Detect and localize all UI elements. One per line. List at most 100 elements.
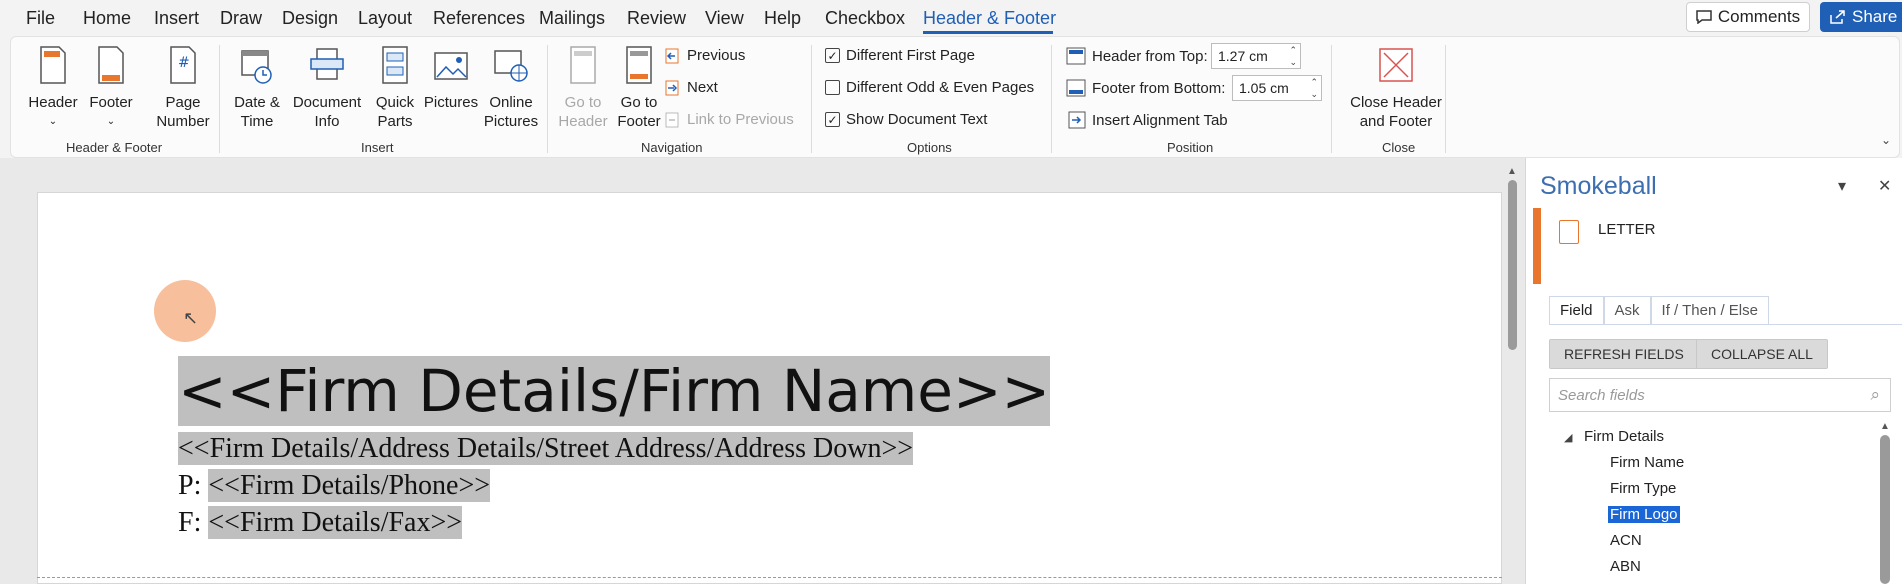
ribbon: Header ⌄ Footer ⌄ # Page Number Header &… — [10, 36, 1900, 158]
quick-parts-icon — [382, 46, 408, 84]
ribbon-separator — [811, 45, 812, 153]
search-fields-input[interactable]: Search fields ⌕ — [1549, 378, 1891, 412]
go-to-footer-button[interactable]: Go to Footer — [611, 45, 667, 131]
different-odd-even-checkbox[interactable]: Different Odd & Even Pages — [825, 79, 1034, 96]
comment-icon — [1696, 10, 1712, 24]
page-number-label: Number — [156, 113, 210, 130]
footer-from-bottom-input[interactable]: 1.05 cm ⌃ ⌄ — [1232, 75, 1322, 101]
share-button[interactable]: Share — [1820, 2, 1902, 32]
header-from-top-label: Header from Top: — [1092, 47, 1208, 65]
tab-checkbox[interactable]: Checkbox — [825, 8, 905, 29]
header-from-top-input[interactable]: 1.27 cm ⌃ ⌄ — [1211, 43, 1301, 69]
next-button[interactable]: Next — [665, 79, 718, 96]
pane-tabs: Field Ask If / Then / Else — [1549, 296, 1769, 324]
document-info-icon — [310, 48, 344, 80]
collapse-all-button[interactable]: COLLAPSE ALL — [1696, 339, 1828, 369]
tab-ask[interactable]: Ask — [1603, 296, 1651, 324]
fax-field[interactable]: <<Firm Details/Fax>> — [208, 506, 463, 539]
go-to-footer-label-1: Go to — [620, 94, 658, 111]
close-header-footer-button[interactable]: Close Header and Footer — [1341, 45, 1451, 131]
quick-parts-label-1: Quick — [375, 94, 415, 111]
tab-help[interactable]: Help — [764, 8, 801, 29]
document-scrollbar[interactable]: ▲ — [1505, 166, 1519, 584]
tab-home[interactable]: Home — [83, 8, 131, 29]
tree-item-firm-type[interactable]: Firm Type — [1610, 480, 1676, 497]
ribbon-separator — [547, 45, 548, 153]
accent-bar — [1533, 208, 1541, 284]
go-to-footer-icon — [626, 46, 652, 84]
scroll-up-icon[interactable]: ▲ — [1880, 421, 1890, 432]
ribbon-collapse-icon[interactable]: ⌄ — [1881, 133, 1891, 147]
go-to-header-button[interactable]: Go to Header — [555, 45, 611, 131]
date-time-button[interactable]: Date & Time — [229, 45, 285, 131]
online-pictures-button[interactable]: Online Pictures — [483, 45, 539, 131]
phone-field[interactable]: <<Firm Details/Phone>> — [208, 469, 491, 502]
next-label: Next — [687, 79, 718, 96]
go-to-header-label-1: Go to — [564, 94, 602, 111]
expanded-caret-icon[interactable]: ◢ — [1564, 431, 1572, 444]
date-time-label-2: Time — [240, 113, 274, 130]
tab-review[interactable]: Review — [627, 8, 686, 29]
footer-position-icon — [1066, 79, 1086, 97]
tab-view[interactable]: View — [705, 8, 744, 29]
header-button[interactable]: Header ⌄ — [27, 45, 79, 131]
tab-references[interactable]: References — [433, 8, 525, 29]
phone-line[interactable]: P: <<Firm Details/Phone>> — [178, 469, 491, 502]
quick-parts-button[interactable]: Quick Parts — [367, 45, 423, 131]
close-header-footer-label-2: and Footer — [1359, 113, 1433, 130]
scroll-thumb[interactable] — [1508, 180, 1517, 350]
group-label-options: Options — [907, 140, 952, 155]
tab-field[interactable]: Field — [1549, 296, 1604, 324]
pane-options-icon[interactable]: ▾ — [1838, 176, 1846, 196]
tab-mailings[interactable]: Mailings — [539, 8, 605, 29]
footer-icon — [98, 46, 124, 84]
page-number-icon: # — [170, 46, 196, 84]
tree-item-abn[interactable]: ABN — [1610, 558, 1641, 575]
scroll-up-icon[interactable]: ▲ — [1507, 166, 1517, 177]
document-info-label-1: Document — [292, 94, 362, 111]
previous-button[interactable]: Previous — [665, 47, 745, 64]
tab-divider — [1549, 324, 1902, 325]
footer-button[interactable]: Footer ⌄ — [85, 45, 137, 131]
tab-header-footer[interactable]: Header & Footer — [923, 8, 1056, 29]
page-number-button[interactable]: # Page Number — [147, 45, 219, 131]
insert-alignment-tab-label: Insert Alignment Tab — [1092, 111, 1228, 129]
show-document-text-checkbox[interactable]: ✓ Show Document Text — [825, 111, 987, 128]
tree-item-firm-name[interactable]: Firm Name — [1610, 454, 1684, 471]
footer-from-bottom-label: Footer from Bottom: — [1092, 79, 1226, 97]
tab-if-then-else[interactable]: If / Then / Else — [1650, 296, 1769, 324]
close-icon[interactable]: ✕ — [1878, 176, 1891, 196]
scroll-thumb[interactable] — [1880, 435, 1890, 584]
pictures-label: Pictures — [423, 94, 479, 111]
different-first-page-checkbox[interactable]: ✓ Different First Page — [825, 47, 975, 64]
insert-alignment-tab-button[interactable]: Insert Alignment Tab — [1068, 111, 1228, 129]
header-icon — [40, 46, 66, 84]
tab-design[interactable]: Design — [282, 8, 338, 29]
spin-arrows-icon[interactable]: ⌃ ⌄ — [1289, 44, 1297, 68]
comments-button[interactable]: Comments — [1686, 2, 1810, 32]
tab-insert[interactable]: Insert — [154, 8, 199, 29]
refresh-fields-button[interactable]: REFRESH FIELDS — [1549, 339, 1699, 369]
tab-layout[interactable]: Layout — [358, 8, 412, 29]
tab-draw[interactable]: Draw — [220, 8, 262, 29]
footer-label: Footer — [89, 94, 133, 111]
spin-arrows-icon[interactable]: ⌃ ⌄ — [1310, 76, 1318, 100]
tree-scrollbar[interactable]: ▲ — [1878, 421, 1894, 584]
pictures-button[interactable]: Pictures — [421, 45, 481, 112]
firm-name-field[interactable]: <<Firm Details/Firm Name>> — [178, 356, 1051, 426]
unchecked-icon — [825, 80, 840, 95]
tree-item-acn[interactable]: ACN — [1610, 532, 1642, 549]
document-info-button[interactable]: Document Info — [289, 45, 365, 131]
link-to-previous-button[interactable]: Link to Previous — [665, 111, 794, 128]
tree-item-firm-details[interactable]: Firm Details — [1584, 428, 1664, 445]
search-icon: ⌕ — [1870, 385, 1880, 404]
group-label-navigation: Navigation — [641, 140, 703, 155]
tab-file[interactable]: File — [26, 8, 55, 29]
chevron-down-icon: ⌄ — [48, 116, 58, 127]
address-text: <<Firm Details/Address Details/Street Ad… — [178, 432, 914, 465]
tree-item-firm-logo[interactable]: Firm Logo — [1608, 506, 1680, 523]
go-to-header-icon — [570, 46, 596, 84]
firm-name-text: <<Firm Details/Firm Name>> — [178, 356, 1051, 426]
fax-line[interactable]: F: <<Firm Details/Fax>> — [178, 506, 463, 539]
address-field[interactable]: <<Firm Details/Address Details/Street Ad… — [178, 432, 914, 465]
